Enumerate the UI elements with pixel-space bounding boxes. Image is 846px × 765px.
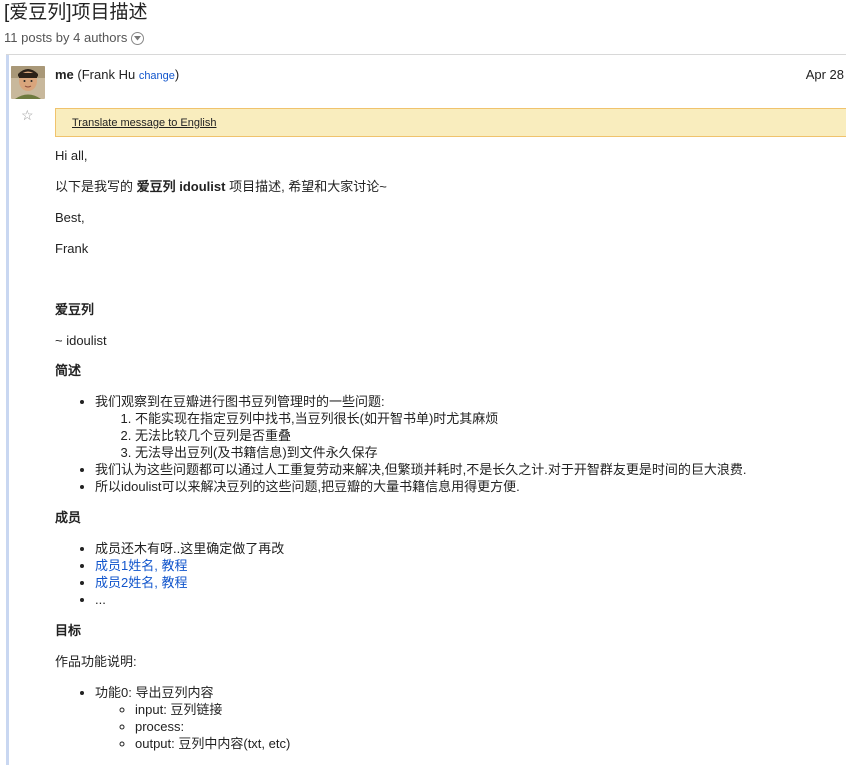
list-item: 成员1姓名, 教程 <box>95 557 845 574</box>
thread-meta-text: 11 posts by 4 authors <box>4 30 128 45</box>
section-summary-heading: 简述 <box>55 363 82 378</box>
list-item: 无法导出豆列(及书籍信息)到文件永久保存 <box>135 444 845 461</box>
post-selection-bar <box>6 55 9 765</box>
member2-link[interactable]: 成员2姓名 <box>95 575 154 590</box>
list-item: 无法比较几个豆列是否重叠 <box>135 427 845 444</box>
avatar[interactable] <box>11 66 45 99</box>
features-list: 功能0: 导出豆列内容 input: 豆列链接 process: output:… <box>55 684 845 752</box>
translate-link[interactable]: Translate message to English <box>72 117 217 130</box>
author-line: me (Frank Hu change) <box>55 66 179 85</box>
author-full-name: (Frank Hu <box>73 67 139 82</box>
member1-link[interactable]: 成员1姓名 <box>95 558 154 573</box>
change-author-link[interactable]: change <box>139 70 175 82</box>
section-goals-heading: 目标 <box>55 623 82 638</box>
list-item: ... <box>95 591 845 608</box>
translate-bar: Translate message to English <box>55 108 846 137</box>
summary-list: 我们观察到在豆瓣进行图书豆列管理时的一些问题: 不能实现在指定豆列中找书,当豆列… <box>55 393 845 495</box>
post-date: Apr 28 <box>805 67 844 82</box>
section-members-heading: 成员 <box>55 510 82 525</box>
member2-tutorial-link[interactable]: 教程 <box>161 575 187 590</box>
intro-prefix: 以下是我写的 <box>55 179 137 194</box>
project-title: 爱豆列 <box>55 302 95 317</box>
summary-sublist: 不能实现在指定豆列中找书,当豆列很长(如开智书单)时尤其麻烦 无法比较几个豆列是… <box>95 410 845 461</box>
sign-name: Frank <box>55 241 89 256</box>
intro-suffix: 项目描述, 希望和大家讨论~ <box>225 179 387 194</box>
message-body: Hi all, 以下是我写的 爱豆列 idoulist 项目描述, 希望和大家讨… <box>55 147 845 752</box>
goals-intro: 作品功能说明: <box>55 654 137 669</box>
list-item: 功能0: 导出豆列内容 input: 豆列链接 process: output:… <box>95 684 845 752</box>
list-item: output: 豆列中内容(txt, etc) <box>135 735 845 752</box>
intro-line: 以下是我写的 爱豆列 idoulist 项目描述, 希望和大家讨论~ <box>55 178 845 195</box>
list-item: 成员2姓名, 教程 <box>95 574 845 591</box>
thread-title: [爱豆列]项目描述 <box>4 2 148 23</box>
star-icon[interactable]: ☆ <box>21 108 34 122</box>
greeting: Hi all, <box>55 148 88 163</box>
project-subtitle: ~ idoulist <box>55 333 107 348</box>
member1-tutorial-link[interactable]: 教程 <box>161 558 187 573</box>
thread-meta: 11 posts by 4 authors <box>4 29 145 47</box>
list-item: 成员还木有呀..这里确定做了再改 <box>95 540 845 557</box>
author-close: ) <box>174 67 180 82</box>
feature0-sublist: input: 豆列链接 process: output: 豆列中内容(txt, … <box>95 701 845 752</box>
members-list: 成员还木有呀..这里确定做了再改 成员1姓名, 教程 成员2姓名, 教程 ... <box>55 540 845 608</box>
list-item: 我们认为这些问题都可以通过人工重复劳动来解决,但繁琐并耗时,不是长久之计.对于开… <box>95 461 845 478</box>
author-name: me <box>55 67 74 82</box>
authors-dropdown-icon[interactable] <box>131 31 145 45</box>
intro-project-name: 爱豆列 idoulist <box>136 179 226 194</box>
post: ☆ me (Frank Hu change) Apr 28 Translate … <box>6 54 846 765</box>
list-item: 不能实现在指定豆列中找书,当豆列很长(如开智书单)时尤其麻烦 <box>135 410 845 427</box>
list-item: input: 豆列链接 <box>135 701 845 718</box>
list-item: process: <box>135 718 845 735</box>
sign-best: Best, <box>55 210 85 225</box>
list-item: 所以idoulist可以来解决豆列的这些问题,把豆瓣的大量书籍信息用得更方便. <box>95 478 845 495</box>
list-item: 我们观察到在豆瓣进行图书豆列管理时的一些问题: 不能实现在指定豆列中找书,当豆列… <box>95 393 845 461</box>
